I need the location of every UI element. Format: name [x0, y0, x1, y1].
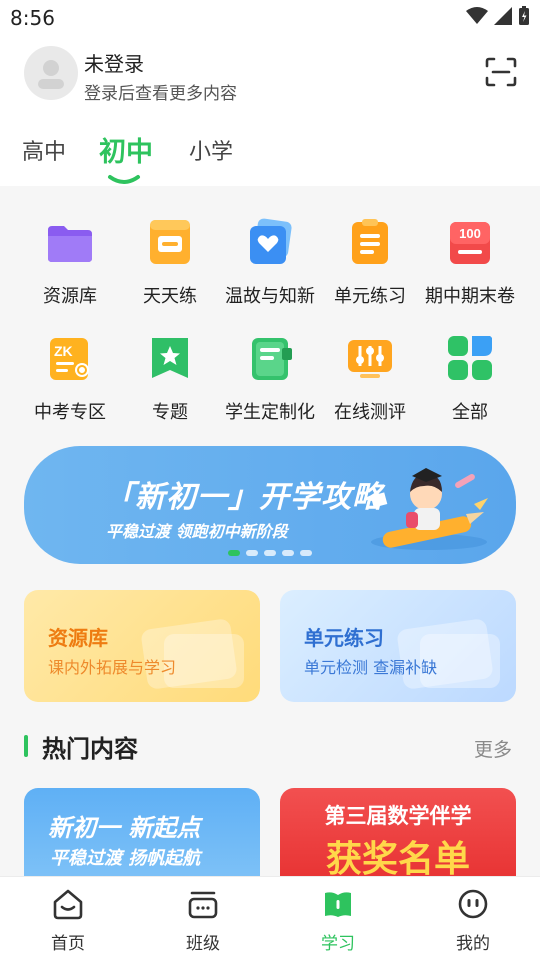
unit-exercise-card[interactable]: 单元练习 单元检测 查漏补缺 — [280, 590, 516, 702]
page-dot[interactable] — [264, 550, 276, 556]
grid-label: 中考专区 — [34, 402, 106, 423]
topic-star-icon — [152, 338, 188, 378]
all-apps-icon — [448, 336, 492, 380]
grid-item-unit-exercise[interactable]: 单元练习 — [320, 218, 420, 308]
nav-label: 班级 — [186, 934, 220, 954]
grid-item-resources[interactable]: 资源库 — [20, 218, 120, 308]
grade-tabs: 高中 初中 小学 — [0, 120, 540, 186]
nav-class[interactable]: 班级 — [163, 887, 243, 954]
hot-card-new-grade[interactable]: 新初一 新起点 平稳过渡 扬帆起航 — [24, 788, 260, 878]
nav-label: 首页 — [51, 934, 85, 954]
review-heart-icon — [250, 218, 292, 264]
page-dot[interactable] — [300, 550, 312, 556]
study-icon — [325, 892, 351, 917]
wifi-icon — [466, 7, 488, 24]
student-illustration — [370, 468, 488, 550]
nav-home[interactable]: 首页 — [28, 887, 108, 954]
grid-item-custom[interactable]: 学生定制化 — [220, 334, 320, 424]
nav-label: 我的 — [456, 934, 490, 954]
signal-icon — [494, 7, 512, 25]
hot-section-title: 热门内容 — [42, 735, 138, 763]
more-link[interactable]: 更多 — [474, 735, 512, 762]
card-subtitle: 课内外拓展与学习 — [48, 658, 177, 677]
tab-junior-high[interactable]: 初中 — [99, 130, 153, 169]
profile-icon — [458, 889, 488, 919]
grid-item-online-test[interactable]: 在线测评 — [320, 334, 420, 424]
card-subtitle: 单元检测 查漏补缺 — [304, 658, 438, 677]
active-tab-indicator — [108, 175, 140, 184]
user-name[interactable]: 未登录 — [84, 48, 144, 77]
scan-icon[interactable] — [484, 56, 518, 88]
banner-subtitle: 平稳过渡 领跑初中新阶段 — [106, 522, 288, 541]
grid-label: 期中期末卷 — [425, 286, 515, 307]
grid-label: 单元练习 — [334, 286, 406, 307]
grid-item-midterm-final[interactable]: 100 期中期末卷 — [420, 218, 520, 308]
card-title: 资源库 — [48, 626, 108, 650]
class-icon — [188, 891, 218, 919]
avatar[interactable] — [24, 46, 78, 100]
grid-label: 学生定制化 — [225, 402, 315, 423]
grid-item-zhongkao[interactable]: ZK 中考专区 — [20, 334, 120, 424]
resource-library-card[interactable]: 资源库 课内外拓展与学习 — [24, 590, 260, 702]
hot-card-line2: 平稳过渡 扬帆起航 — [50, 848, 201, 869]
grid-label: 全部 — [452, 402, 488, 423]
banner-title: 「新初一」开学攻略 — [104, 480, 383, 515]
banner-pagination — [228, 550, 312, 556]
nav-label: 学习 — [321, 934, 355, 954]
tab-primary[interactable]: 小学 — [189, 134, 233, 166]
battery-icon — [519, 6, 529, 25]
tab-senior-high[interactable]: 高中 — [22, 134, 66, 166]
grid-item-review[interactable]: 温故与知新 — [220, 218, 320, 308]
grid-label: 温故与知新 — [225, 286, 315, 307]
status-bar: 8:56 — [0, 0, 540, 36]
grid-label: 天天练 — [143, 286, 197, 307]
grid-label: 在线测评 — [334, 402, 406, 423]
svg-text:ZK: ZK — [54, 343, 73, 359]
exam-100-icon: 100 — [450, 222, 490, 264]
hot-card-line1: 第三届数学伴学 — [324, 804, 472, 828]
page-dot[interactable] — [282, 550, 294, 556]
default-avatar-icon — [38, 60, 64, 89]
promo-banner[interactable]: 「新初一」开学攻略 平稳过渡 领跑初中新阶段 — [24, 446, 516, 564]
home-icon — [53, 889, 83, 920]
hot-card-award-list[interactable]: 第三届数学伴学 获奖名单 — [280, 788, 516, 878]
daily-practice-icon — [150, 220, 190, 264]
custom-book-icon — [252, 338, 292, 380]
folder-icon — [48, 226, 92, 262]
nav-study[interactable]: 学习 — [298, 887, 378, 954]
hot-card-line1: 新初一 新起点 — [48, 814, 201, 842]
grid-label: 资源库 — [43, 286, 97, 307]
section-accent-bar — [24, 735, 28, 757]
unit-exercise-icon — [352, 219, 388, 264]
nav-mine[interactable]: 我的 — [433, 887, 513, 954]
page-dot[interactable] — [246, 550, 258, 556]
status-time: 8:56 — [10, 6, 55, 30]
grid-label: 专题 — [152, 402, 188, 423]
hot-card-line2: 获奖名单 — [325, 839, 470, 878]
card-title: 单元练习 — [304, 626, 384, 650]
online-test-icon — [348, 340, 392, 378]
svg-text:100: 100 — [459, 226, 481, 241]
page-dot[interactable] — [228, 550, 240, 556]
bottom-nav: 首页 班级 学习 我的 — [0, 876, 540, 960]
status-icons — [466, 6, 530, 26]
grid-item-topics[interactable]: 专题 — [120, 334, 220, 424]
grid-item-daily-practice[interactable]: 天天练 — [120, 218, 220, 308]
zk-exam-icon: ZK — [50, 338, 89, 380]
user-login-hint[interactable]: 登录后查看更多内容 — [84, 79, 237, 104]
grid-item-all[interactable]: 全部 — [420, 334, 520, 424]
